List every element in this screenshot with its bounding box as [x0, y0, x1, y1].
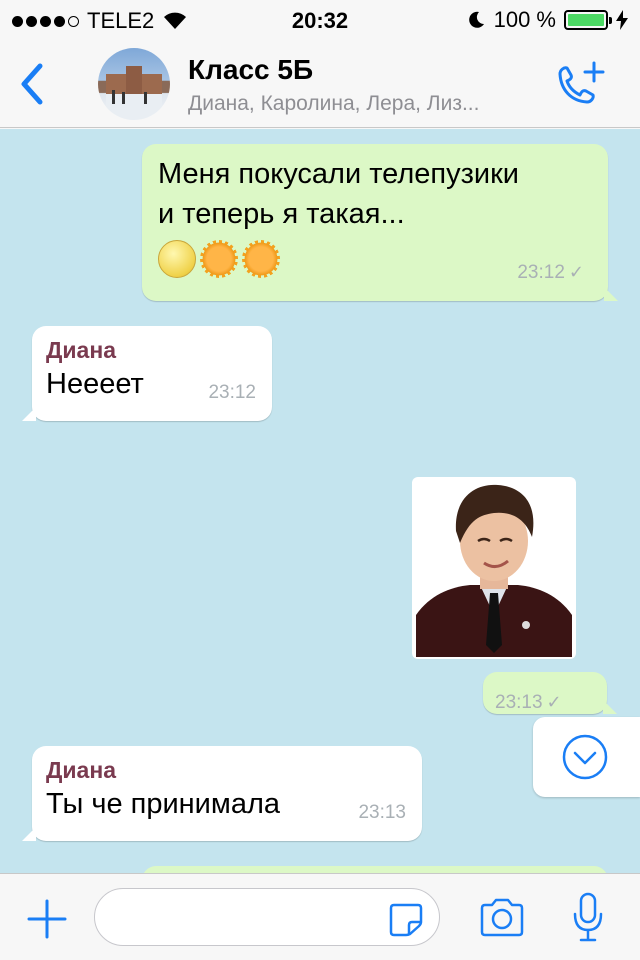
sticker-image[interactable]	[410, 475, 578, 661]
message-bubble-incoming[interactable]: Диана Ты че принимала 23:13	[22, 746, 422, 841]
chevron-down-circle-icon	[562, 734, 608, 780]
message-bubble-outgoing-partial[interactable]	[142, 866, 608, 873]
scroll-down-button[interactable]	[533, 717, 640, 797]
camera-button[interactable]	[478, 898, 526, 938]
message-time: 23:12 ✓	[517, 262, 584, 283]
battery-percent: 100 %	[493, 7, 556, 32]
message-text: Ты че принимала	[46, 788, 280, 820]
moon-face-emoji	[158, 240, 196, 279]
sun-face-emoji	[200, 240, 238, 279]
message-text: Меня покусали телепузики и теперь я така…	[158, 158, 519, 230]
message-bubble-incoming[interactable]: Диана Нееeет 23:12	[22, 326, 272, 421]
chat-title[interactable]: Класс 5Б	[188, 54, 313, 86]
message-input-bar	[0, 873, 640, 960]
message-time: 23:13	[358, 802, 406, 823]
add-call-button[interactable]	[552, 60, 606, 110]
sent-check-icon: ✓	[568, 262, 584, 282]
sender-name: Диана	[46, 337, 116, 363]
bubble-tail	[22, 827, 36, 841]
microphone-button[interactable]	[572, 892, 604, 944]
sun-face-emoji	[242, 240, 280, 279]
battery-icon	[564, 10, 612, 30]
chat-participants[interactable]: Диана, Каролина, Лера, Лиз...	[188, 92, 548, 116]
chat-header: Класс 5Б Диана, Каролина, Лера, Лиз...	[0, 40, 640, 128]
bubble-tail	[604, 287, 618, 301]
attach-button[interactable]	[26, 898, 68, 940]
sticker-button[interactable]	[388, 902, 424, 938]
moon-icon	[468, 11, 484, 28]
battery-info: 100 %	[466, 7, 628, 33]
message-bubble-outgoing[interactable]: Меня покусали телепузики и теперь я така…	[142, 144, 618, 301]
message-time: 23:12	[208, 382, 256, 403]
status-bar: TELE2 20:32 100 %	[0, 0, 640, 40]
message-bubble-outgoing[interactable]: 23:13 ✓	[483, 672, 617, 714]
sender-name: Диана	[46, 757, 116, 783]
group-avatar[interactable]	[98, 48, 170, 120]
sent-check-icon: ✓	[546, 692, 562, 712]
chat-messages[interactable]: Меня покусали телепузики и теперь я така…	[0, 129, 640, 873]
back-button[interactable]	[14, 60, 50, 108]
bubble-tail	[603, 700, 617, 714]
charging-icon	[616, 10, 628, 30]
bubble-tail	[22, 407, 36, 421]
